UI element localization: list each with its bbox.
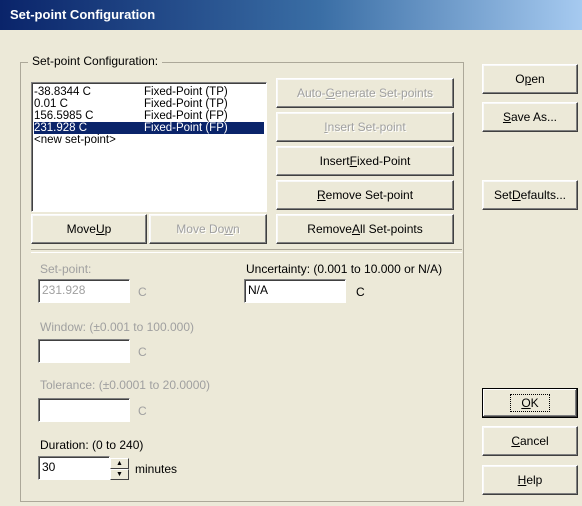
separator [31,249,462,253]
list-item[interactable]: 0.01 C Fixed-Point (TP) [34,98,264,110]
window-label: Window: (±0.001 to 100.000) [40,320,195,334]
setpoint-value: -38.8344 C [34,86,91,98]
uncertainty-label: Uncertainty: (0.001 to 10.000 or N/A) [246,262,443,276]
open-button[interactable]: Op en [482,64,578,94]
duration-label: Duration: (0 to 240) [40,438,144,452]
setpoint-label: Set-point: [40,262,92,276]
tolerance-unit: C [138,404,147,418]
remove-all-setpoints-button[interactable]: Remove All Set-points [276,214,454,244]
list-item[interactable]: <new set-point> [34,134,264,146]
setpoint-value: 156.5985 C [34,110,94,122]
insert-setpoint-button[interactable]: Insert Set-point [276,112,454,142]
setpoint-unit: C [138,285,147,299]
insert-fixed-point-button[interactable]: Insert Fixed-Point [276,146,454,176]
setpoint-list[interactable]: -38.8344 C Fixed-Point (TP) 0.01 C Fixed… [31,82,267,212]
duration-unit: minutes [135,462,178,476]
duration-input[interactable]: 30 [38,456,110,480]
uncertainty-input[interactable]: N/A [244,279,346,303]
save-as-button[interactable]: Save As... [482,102,578,132]
list-item[interactable]: -38.8344 C Fixed-Point (TP) [34,86,264,98]
tolerance-input[interactable] [38,398,130,422]
window-title: Set-point Configuration [10,7,156,22]
list-item-selected[interactable]: 231.928 C Fixed-Point (FP) [34,122,264,134]
setpoint-input[interactable]: 231.928 [38,279,130,303]
setpoint-value: 0.01 C [34,98,68,110]
setpoint-type: Fixed-Point (FP) [144,110,228,122]
uncertainty-unit: C [356,285,365,299]
auto-generate-button[interactable]: Auto- Generate Set-points [276,78,454,108]
setpoint-value: <new set-point> [34,134,116,146]
ok-button[interactable]: OK [482,388,578,418]
move-down-button[interactable]: Move Do w n [149,214,267,244]
set-defaults-button[interactable]: Set Defaults... [482,180,578,210]
spin-up-icon[interactable]: ▲ [110,458,129,469]
help-button[interactable]: Help [482,465,578,495]
remove-setpoint-button[interactable]: Remove Set-point [276,180,454,210]
title-bar[interactable]: Set-point Configuration [0,0,582,30]
duration-spinner[interactable]: ▲ ▼ [110,458,129,480]
setpoint-type: Fixed-Point (TP) [144,98,228,110]
spin-down-icon[interactable]: ▼ [110,469,129,480]
setpoint-type: Fixed-Point (TP) [144,86,228,98]
window-input[interactable] [38,339,130,363]
cancel-button[interactable]: Cancel [482,426,578,456]
group-label: Set-point Configuration: [28,54,163,68]
move-up-button[interactable]: Move Up [31,214,147,244]
setpoint-type: Fixed-Point (FP) [144,122,228,134]
setpoint-value: 231.928 C [34,122,88,134]
list-item[interactable]: 156.5985 C Fixed-Point (FP) [34,110,264,122]
tolerance-label: Tolerance: (±0.0001 to 20.0000) [40,378,211,392]
window-unit: C [138,345,147,359]
